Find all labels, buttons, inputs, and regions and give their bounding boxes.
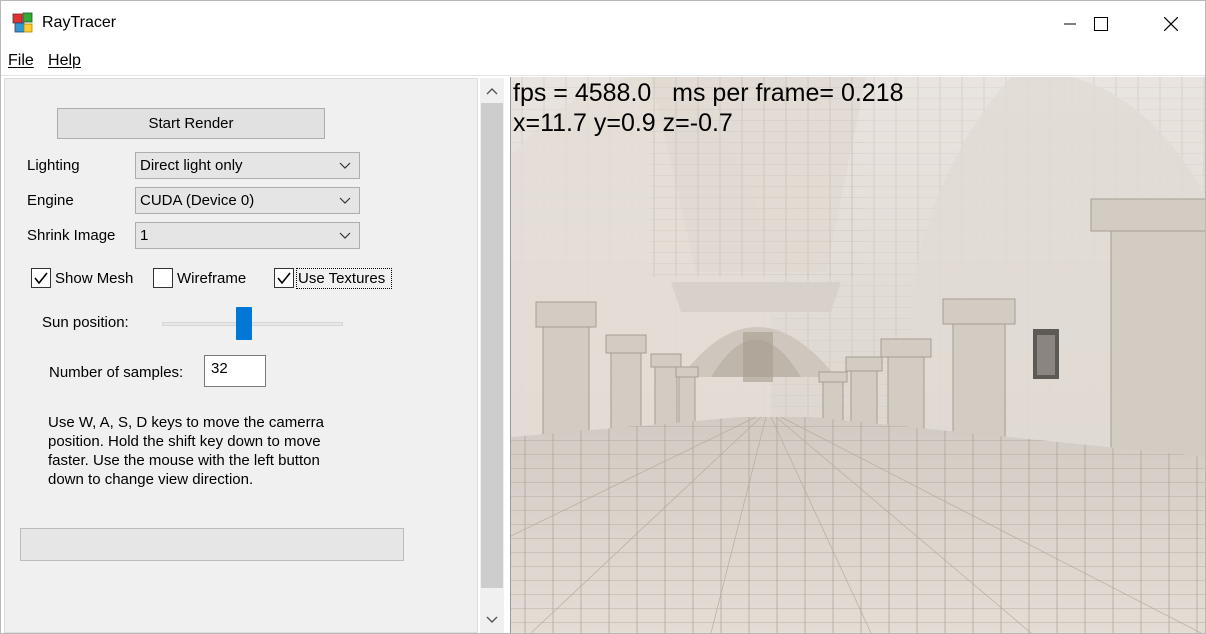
camera-position-readout: x=11.7 y=0.9 z=-0.7 — [513, 109, 733, 137]
engine-value: CUDA (Device 0) — [140, 192, 255, 209]
chevron-down-icon — [339, 197, 351, 204]
help-text: Use W, A, S, D keys to move the camerra … — [48, 414, 324, 488]
menu-help-label: elp — [59, 52, 81, 69]
wireframe-checkbox[interactable] — [153, 268, 173, 288]
rendered-scene — [511, 77, 1205, 633]
lighting-label: Lighting — [27, 157, 80, 174]
app-icon — [12, 12, 33, 33]
lighting-dropdown[interactable]: Direct light only — [135, 152, 360, 179]
engine-dropdown[interactable]: CUDA (Device 0) — [135, 187, 360, 214]
maximize-button[interactable] — [1078, 1, 1124, 46]
maximize-icon — [1094, 16, 1108, 31]
samples-input[interactable]: 32 — [204, 355, 266, 387]
chevron-down-icon — [339, 232, 351, 239]
panel-scrollbar[interactable] — [480, 78, 504, 633]
check-icon — [277, 272, 291, 285]
start-render-button[interactable]: Start Render — [57, 108, 325, 139]
menu-file-mnemonic: F — [8, 52, 18, 69]
wireframe-label[interactable]: Wireframe — [177, 270, 246, 287]
chevron-down-icon[interactable] — [484, 612, 500, 628]
menu-help[interactable]: Help — [48, 52, 81, 70]
sun-position-label: Sun position: — [42, 314, 129, 331]
scroll-thumb[interactable] — [481, 103, 503, 588]
shrink-image-label: Shrink Image — [27, 227, 116, 244]
check-icon — [34, 272, 48, 285]
show-mesh-checkbox[interactable] — [31, 268, 51, 288]
raytracer-window: RayTracer File Help Start Render Lightin… — [0, 0, 1206, 634]
show-mesh-label[interactable]: Show Mesh — [55, 270, 133, 287]
close-button[interactable] — [1148, 1, 1194, 46]
shrink-image-value: 1 — [140, 227, 149, 244]
chevron-up-icon[interactable] — [484, 83, 500, 99]
engine-label: Engine — [27, 192, 74, 209]
title-bar[interactable]: RayTracer — [1, 1, 1205, 46]
use-textures-checkbox[interactable] — [274, 268, 294, 288]
render-progress-bar — [20, 528, 404, 561]
menu-file-label: ile — [17, 52, 34, 69]
samples-label: Number of samples: — [49, 364, 184, 381]
minimize-icon — [1064, 23, 1076, 24]
window-title: RayTracer — [42, 14, 117, 31]
chevron-down-icon — [339, 162, 351, 169]
menu-file[interactable]: File — [8, 52, 34, 70]
close-icon — [1164, 16, 1178, 31]
sun-position-track[interactable] — [162, 322, 343, 326]
sun-position-thumb[interactable] — [236, 307, 252, 340]
fps-readout: fps = 4588.0 ms per frame= 0.218 — [513, 79, 904, 107]
render-viewport[interactable]: fps = 4588.0 ms per frame= 0.218 x=11.7 … — [510, 77, 1205, 633]
settings-panel: Start Render Lighting Direct light only … — [4, 78, 478, 633]
menu-bar: File Help — [1, 46, 1205, 76]
shrink-image-dropdown[interactable]: 1 — [135, 222, 360, 249]
lighting-value: Direct light only — [140, 157, 243, 174]
use-textures-label[interactable]: Use Textures — [298, 270, 385, 287]
menu-help-mnemonic: H — [48, 52, 60, 69]
